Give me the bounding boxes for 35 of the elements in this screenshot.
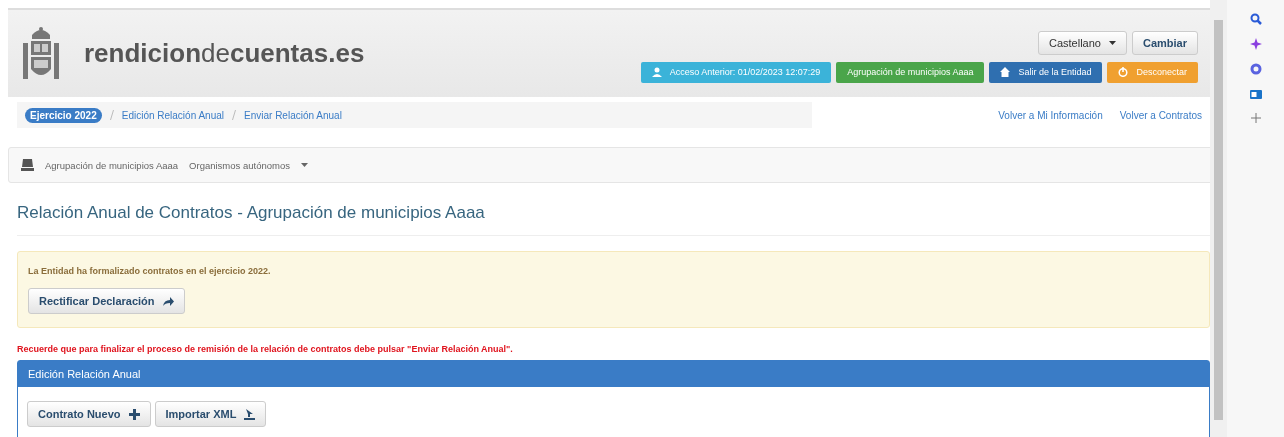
home-icon: [1000, 67, 1011, 77]
import-icon: [244, 408, 256, 420]
change-button[interactable]: Cambiar: [1131, 30, 1198, 55]
nav-link[interactable]: Volver a Contratos: [1119, 109, 1202, 121]
user-icon: [651, 67, 662, 77]
nav-link[interactable]: Volver a Mi Información: [998, 109, 1103, 121]
sparkle-icon[interactable]: [1249, 38, 1262, 50]
page-title: Relación Anual de Contratos - Agrupación de municipios Aaaa: [17, 203, 1210, 236]
plus-icon: [128, 408, 140, 420]
power-icon: [1118, 67, 1129, 77]
search-icon[interactable]: [1249, 13, 1262, 25]
site-logo-text[interactable]: rendiciondecuentas.es: [84, 38, 365, 69]
entity-name[interactable]: Agrupación de municipios Aaaa: [45, 159, 179, 171]
breadcrumb-link[interactable]: Edición Relación Anual: [121, 109, 224, 121]
caret-icon[interactable]: [300, 163, 308, 167]
year-badge[interactable]: Ejercicio 2022: [25, 107, 102, 123]
archive-icon: [21, 159, 34, 171]
organism-dropdown[interactable]: Organismos autónomos: [189, 159, 290, 171]
panel-title: Edición Relación Anual: [28, 368, 141, 380]
caret-icon: [1108, 40, 1116, 45]
language-select[interactable]: Castellano: [1038, 30, 1127, 55]
panel-button[interactable]: Importar XML: [154, 401, 267, 427]
alert-message: La Entidad ha formalizado contratos en el ejercicio 2022.: [28, 266, 272, 276]
share-arrow-icon: [162, 296, 174, 306]
ring-icon[interactable]: [1249, 63, 1262, 75]
breadcrumb-separator-icon: [109, 110, 114, 120]
breadcrumb-link[interactable]: Enviar Relación Anual: [244, 109, 342, 121]
scrollbar[interactable]: [1210, 0, 1227, 437]
add-icon[interactable]: [1250, 113, 1261, 123]
panel-button[interactable]: Contrato Nuevo: [27, 401, 151, 427]
reminder-text: Recuerde que para finalizar el proceso de remisión de la relación de contratos debe pulsar "Enviar Relación Anual".: [17, 344, 514, 354]
breadcrumb-separator-icon: [232, 110, 236, 120]
header-button[interactable]: Agrupación de municipios Aaaa: [836, 61, 985, 83]
rectify-button[interactable]: Rectificar Declaración: [28, 288, 185, 314]
header-button[interactable]: Salir de la Entidad: [989, 61, 1103, 83]
